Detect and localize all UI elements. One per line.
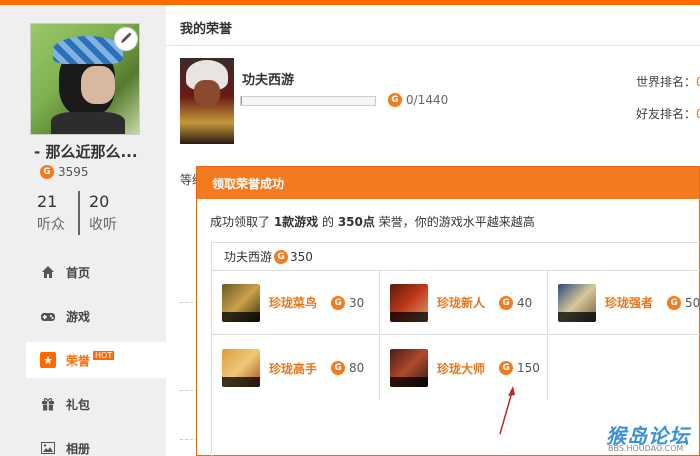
dialog-title: 领取荣誉成功: [197, 167, 699, 199]
reward-total: 350: [290, 249, 313, 264]
gamepad-icon: [40, 308, 56, 324]
coins-value: 3595: [58, 165, 89, 179]
reward-game-name: 功夫西游: [224, 250, 273, 264]
pencil-icon: [119, 31, 133, 48]
sidebar-item-label: 相册: [66, 441, 91, 456]
reward-name: 珍珑大师: [437, 361, 486, 376]
sidebar-item-label: 荣誉: [66, 353, 91, 368]
friend-rank-value: 0: [696, 107, 700, 121]
dialog-message: 成功领取了 1款游戏 的 350点 荣誉，你的游戏水平越来越高: [210, 215, 535, 229]
gift-icon: [40, 396, 56, 412]
sidebar: - 那么近那么... G 3595 21 听众 20 收听 首页 游戏 ★ 荣誉…: [0, 5, 166, 456]
game-cover-image[interactable]: [180, 58, 234, 144]
sidebar-item-label: 礼包: [66, 397, 91, 412]
listeners-stat[interactable]: 21 听众: [37, 192, 65, 234]
sidebar-item-gift[interactable]: 礼包: [26, 382, 166, 426]
coin-icon: G: [667, 295, 682, 310]
reward-name: 珍珑强者: [605, 296, 654, 310]
coin-icon: G: [499, 295, 514, 310]
reward-points: G 150: [499, 361, 540, 375]
coin-icon: G: [331, 361, 346, 375]
following-label: 收听: [89, 217, 117, 233]
watermark-url: BBS.HOUDAO.COM: [608, 444, 684, 453]
reward-header: 功夫西游 G 350: [212, 243, 700, 271]
edit-avatar-button[interactable]: [114, 27, 138, 51]
profile-coins: G 3595: [40, 165, 89, 179]
world-rank-value: 0: [696, 75, 700, 89]
coin-icon: G: [388, 93, 402, 107]
honor-progress-bar: [240, 96, 376, 106]
progress-fill: [241, 97, 243, 105]
world-rank: 世界排名：0: [636, 73, 700, 90]
game-name[interactable]: 功夫西游: [242, 69, 294, 88]
listeners-count: 21: [37, 192, 58, 211]
reward-item[interactable]: 珍珑高手 G 80: [212, 336, 380, 400]
following-count: 20: [89, 192, 110, 211]
reward-name: 珍珑新人: [437, 296, 486, 310]
progress-value: 0/1440: [406, 93, 449, 107]
world-rank-label: 世界排名：: [636, 75, 697, 89]
sidebar-item-honor[interactable]: ★ 荣誉 HOT: [26, 342, 166, 378]
sidebar-item-home[interactable]: 首页: [26, 250, 166, 294]
coin-icon: G: [274, 249, 289, 264]
coin-icon: G: [40, 165, 54, 179]
reward-badge-image: [222, 283, 260, 322]
sidebar-nav: 首页 游戏 ★ 荣誉 HOT 礼包 相册: [26, 250, 166, 456]
reward-item[interactable]: 珍珑大师 G 150: [380, 336, 548, 400]
sidebar-item-label: 游戏: [66, 309, 91, 324]
reward-name: 珍珑高手: [269, 361, 318, 376]
reward-item[interactable]: 珍珑新人 G 40: [380, 271, 548, 335]
profile-nickname: - 那么近那么...: [34, 143, 138, 161]
page-title: 我的荣誉: [180, 22, 233, 37]
reward-points: G 80: [331, 361, 364, 375]
coin-icon: G: [331, 295, 346, 310]
reward-item[interactable]: 珍珑菜鸟 G 30: [212, 271, 380, 335]
reward-points: G 50: [667, 295, 700, 310]
reward-badge-image: [390, 283, 428, 322]
reward-points: G 30: [331, 295, 364, 310]
reward-badge-image: [558, 283, 596, 322]
reward-badge-image: [390, 349, 428, 387]
sidebar-item-label: 首页: [66, 265, 91, 280]
friend-rank-label: 好友排名：: [636, 107, 697, 121]
home-icon: [40, 264, 56, 280]
friend-rank: 好友排名：0: [636, 105, 700, 122]
honor-progress-text: G 0/1440: [388, 93, 448, 107]
reward-points: G 40: [499, 295, 532, 310]
stat-divider: [78, 191, 80, 235]
following-stat[interactable]: 20 收听: [89, 192, 117, 234]
photo-icon: [40, 440, 56, 456]
reward-badge-image: [222, 349, 260, 387]
sidebar-item-album[interactable]: 相册: [26, 426, 166, 456]
hot-badge: HOT: [93, 350, 115, 360]
reward-item[interactable]: 珍珑强者 G 50: [548, 271, 700, 335]
sidebar-item-games[interactable]: 游戏: [26, 294, 166, 338]
divider: [166, 45, 700, 46]
listeners-label: 听众: [37, 217, 65, 233]
coin-icon: G: [499, 361, 514, 375]
honor-success-dialog: 领取荣誉成功 成功领取了 1款游戏 的 350点 荣誉，你的游戏水平越来越高 功…: [196, 166, 700, 456]
reward-name: 珍珑菜鸟: [269, 296, 318, 310]
star-icon: ★: [40, 352, 56, 368]
